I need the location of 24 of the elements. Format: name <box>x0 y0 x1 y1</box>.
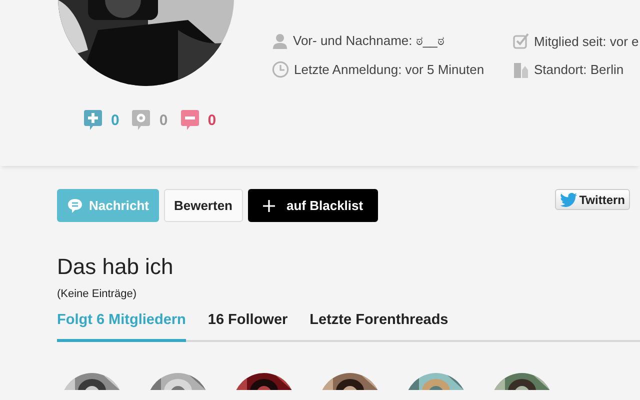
bird-icon <box>560 192 578 206</box>
plus-bubble-icon <box>83 109 103 131</box>
tab[interactable]: Letzte Forenthreads <box>310 312 448 342</box>
profile-detail: Vor- und Nachname: ಠ__ಠ <box>293 33 444 49</box>
plus-icon <box>262 200 274 212</box>
profile-detail: Mitglied seit: vor e <box>534 34 639 48</box>
counter-value: 0 <box>159 112 168 128</box>
clock-icon <box>272 61 289 78</box>
profile-detail: Letzte Anmeldung: vor 5 Minuten <box>294 62 484 77</box>
rate-button[interactable]: Bewerten <box>164 189 242 222</box>
tab[interactable]: 16 Follower <box>208 312 288 342</box>
counter-value: 0 <box>111 112 120 128</box>
tweet-button[interactable]: Twittern <box>555 189 630 210</box>
person-icon <box>272 33 288 49</box>
empty-note: (Keine Einträge) <box>57 288 138 300</box>
buildings-icon <box>513 62 529 78</box>
minus-bubble-icon <box>180 109 200 131</box>
speech-bubble-icon <box>67 198 83 214</box>
blacklist-button[interactable]: auf Blacklist <box>248 189 378 222</box>
counter-value: 0 <box>208 112 216 128</box>
profile-detail: Standort: Berlin <box>534 62 624 77</box>
circle-bubble-icon <box>131 109 152 131</box>
section-title: Das hab ich <box>57 254 174 280</box>
checkbox-icon <box>513 33 529 49</box>
